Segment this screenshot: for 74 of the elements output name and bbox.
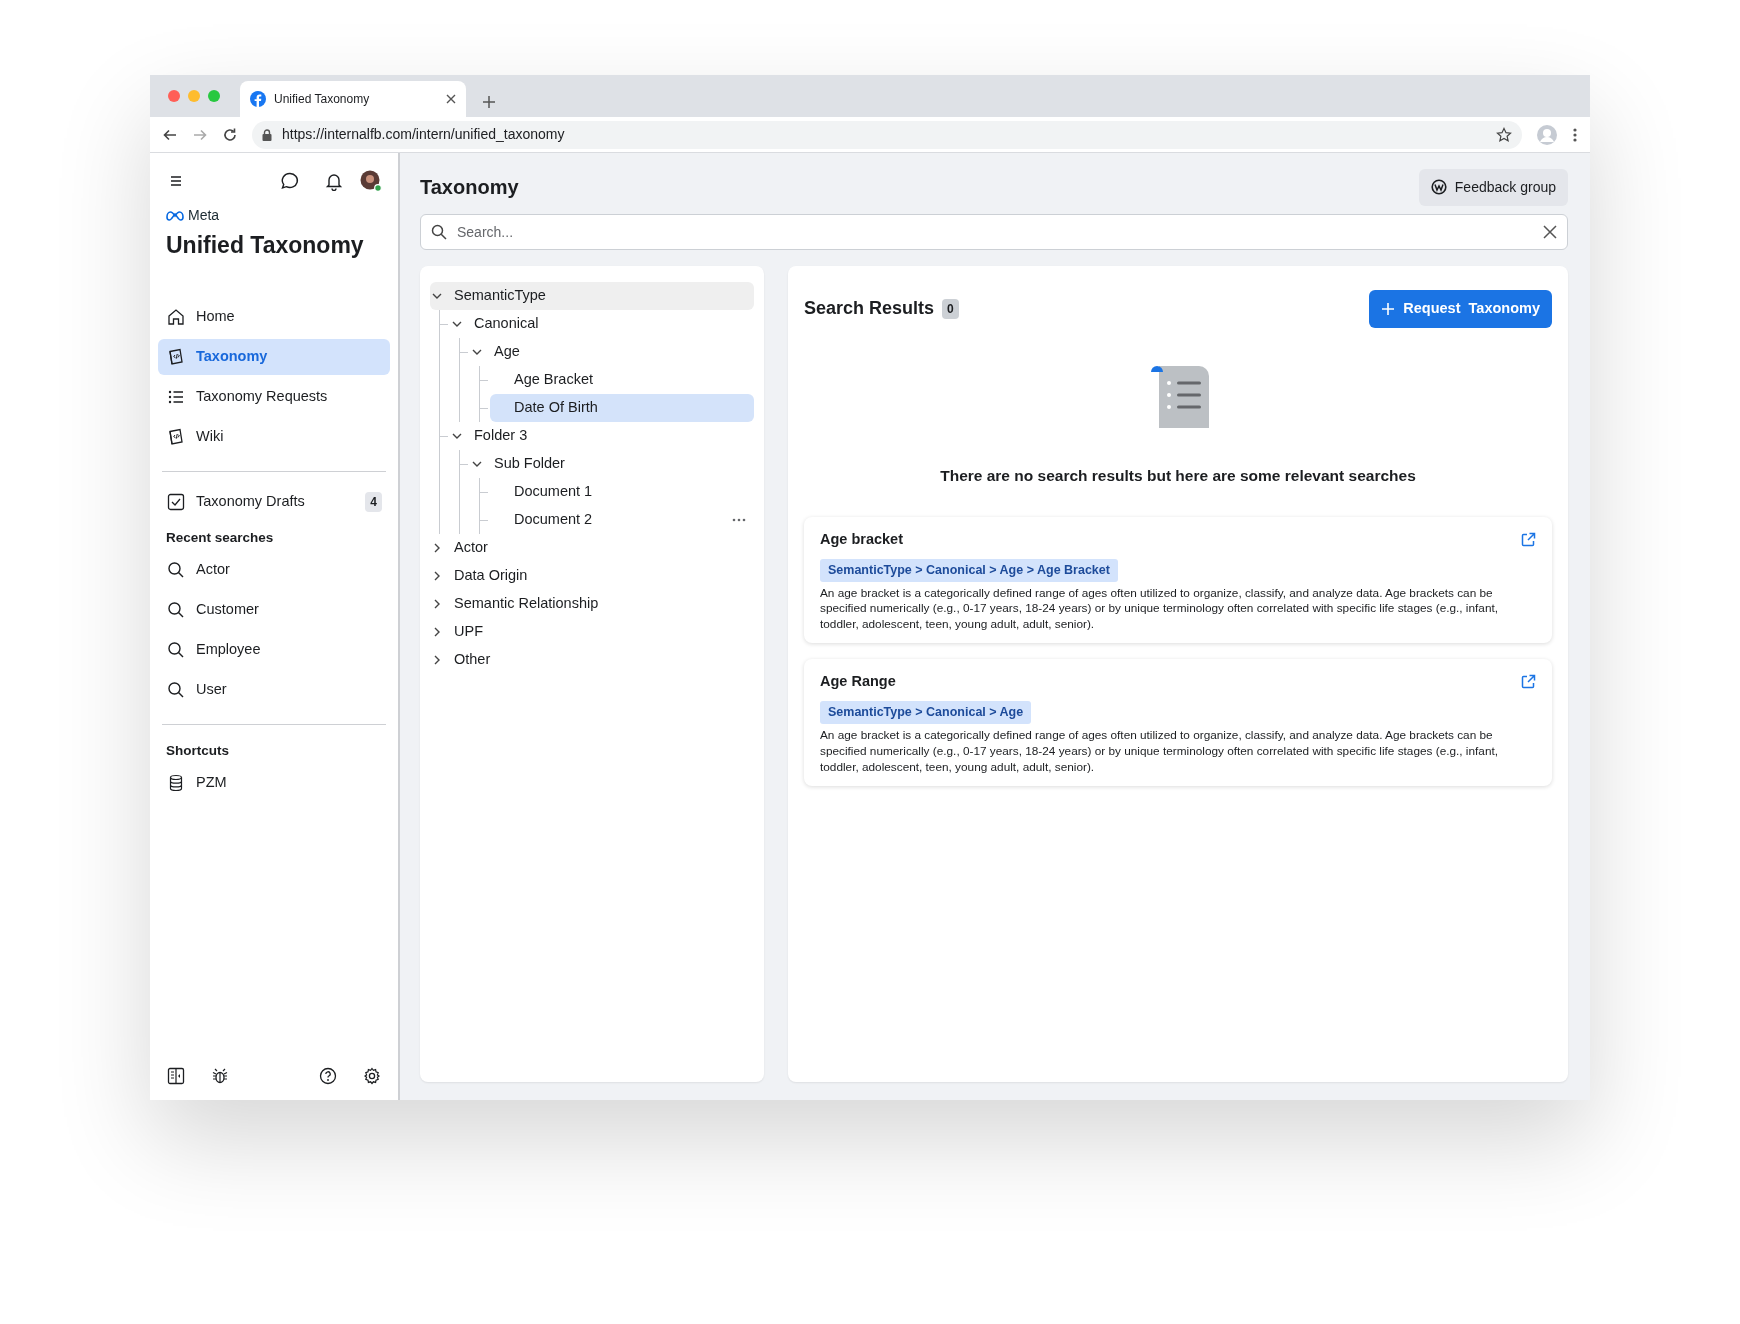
- nav-item[interactable]: Taxonomy Requests: [158, 378, 390, 415]
- search-icon: [166, 639, 186, 660]
- nav-item[interactable]: Wiki: [158, 418, 390, 455]
- section-heading: Shortcuts: [165, 741, 230, 760]
- recent-search-item[interactable]: Employee: [158, 631, 390, 668]
- workplace-icon: [1430, 179, 1447, 195]
- card-title: Age bracket: [820, 530, 903, 549]
- request-taxonomy-button[interactable]: Request Taxonomy: [1369, 290, 1552, 328]
- feedback-button[interactable]: Feedback group: [1418, 168, 1568, 206]
- reload-icon[interactable]: [222, 126, 238, 143]
- card-description: An age bracket is a categorically defined range of ages often utilized to organize, classify, and analyze data. Age brackets can be specified numerically (e.g., 0-17 years, 18-24 years) or by unique terminology often correlated with specific life stages (e.g., infant, toddler, adolescent, teen, young adult, adult, senior).: [820, 727, 1499, 776]
- plus-icon: [1381, 301, 1396, 316]
- recent-search-item[interactable]: Actor: [158, 551, 390, 588]
- star-icon[interactable]: [1496, 126, 1512, 143]
- tree-item[interactable]: Age: [470, 338, 754, 366]
- card-description: An age bracket is a categorically defined range of ages often utilized to organize, classify, and analyze data. Age brackets can be specified numerically (e.g., 0-17 years, 18-24 years) or by unique terminology often correlated with specific life stages (e.g., infant, toddler, adolescent, teen, young adult, adult, senior).: [820, 585, 1499, 634]
- browser-tab[interactable]: Unified Taxonomy: [240, 81, 466, 117]
- bug-icon[interactable]: [210, 1066, 230, 1086]
- recent-search-item[interactable]: User: [158, 671, 390, 708]
- url-text: https://internalfb.com/intern/unified_taxonomy: [282, 125, 566, 144]
- search-icon: [431, 224, 447, 240]
- facebook-icon: [250, 91, 266, 107]
- avatar[interactable]: [360, 170, 382, 192]
- path-tag: SemanticType > Canonical > Age: [820, 701, 1032, 724]
- tab-title: Unified Taxonomy: [274, 91, 371, 108]
- checkbox-icon: [166, 491, 186, 512]
- tree-item[interactable]: Semantic Relationship: [430, 590, 754, 618]
- new-tab-icon[interactable]: [482, 95, 496, 109]
- empty-message: There are no search results but here are some relevant searches: [939, 465, 1417, 486]
- drafts-item[interactable]: Taxonomy Drafts 4: [158, 483, 390, 520]
- tree-item[interactable]: SemanticType: [430, 282, 754, 310]
- shortcut-item[interactable]: PZM: [158, 765, 390, 801]
- settings-icon[interactable]: [362, 1066, 382, 1086]
- results-title: Search Results: [804, 297, 935, 321]
- external-link-icon[interactable]: [1520, 531, 1536, 548]
- path-tag: SemanticType > Canonical > Age > Age Bracket: [820, 558, 1118, 582]
- lock-icon: [262, 128, 272, 141]
- external-link-icon[interactable]: [1520, 674, 1536, 691]
- tree-item[interactable]: Sub Folder: [470, 450, 754, 478]
- nav-item[interactable]: Home: [158, 298, 390, 335]
- close-tab-icon[interactable]: [446, 94, 456, 104]
- tree-item[interactable]: Canonical: [450, 310, 754, 338]
- search-icon: [166, 679, 186, 700]
- tree-item[interactable]: UPF: [430, 618, 754, 646]
- tree-item[interactable]: Age Bracket: [490, 366, 754, 394]
- book-icon: [166, 346, 186, 367]
- search-icon: [166, 599, 186, 620]
- page-title: Taxonomy: [420, 175, 519, 200]
- nav-item[interactable]: Taxonomy: [158, 338, 390, 375]
- bell-icon[interactable]: [324, 171, 344, 191]
- more-options-icon[interactable]: [1572, 126, 1578, 143]
- tree-item[interactable]: Data Origin: [430, 562, 754, 590]
- tree-item[interactable]: Document 2: [490, 506, 754, 534]
- address-bar[interactable]: https://internalfb.com/intern/unified_taxonomy: [252, 120, 1522, 149]
- app-title: Unified Taxonomy: [165, 231, 365, 260]
- tree-item[interactable]: Folder 3: [450, 422, 754, 450]
- count-badge: 0: [942, 298, 959, 319]
- section-heading: Recent searches: [165, 528, 275, 547]
- more-icon[interactable]: [732, 518, 746, 522]
- book-icon: [166, 426, 186, 447]
- tree-item[interactable]: Actor: [430, 534, 754, 562]
- brand-name: Meta: [188, 206, 220, 225]
- sidebar-toggle-icon[interactable]: [166, 1066, 186, 1086]
- tree-item[interactable]: Document 1: [490, 478, 754, 506]
- tree-item[interactable]: Date Of Birth: [490, 394, 754, 422]
- meta-logo-icon: [166, 210, 184, 221]
- chat-icon[interactable]: [280, 171, 300, 191]
- help-icon[interactable]: [318, 1066, 338, 1086]
- search-icon: [166, 559, 186, 580]
- count-badge: 4: [365, 491, 382, 512]
- card-title: Age Range: [820, 672, 896, 692]
- recent-search-item[interactable]: Customer: [158, 591, 390, 628]
- tree-item[interactable]: Other: [430, 646, 754, 674]
- clear-icon[interactable]: [1543, 225, 1557, 239]
